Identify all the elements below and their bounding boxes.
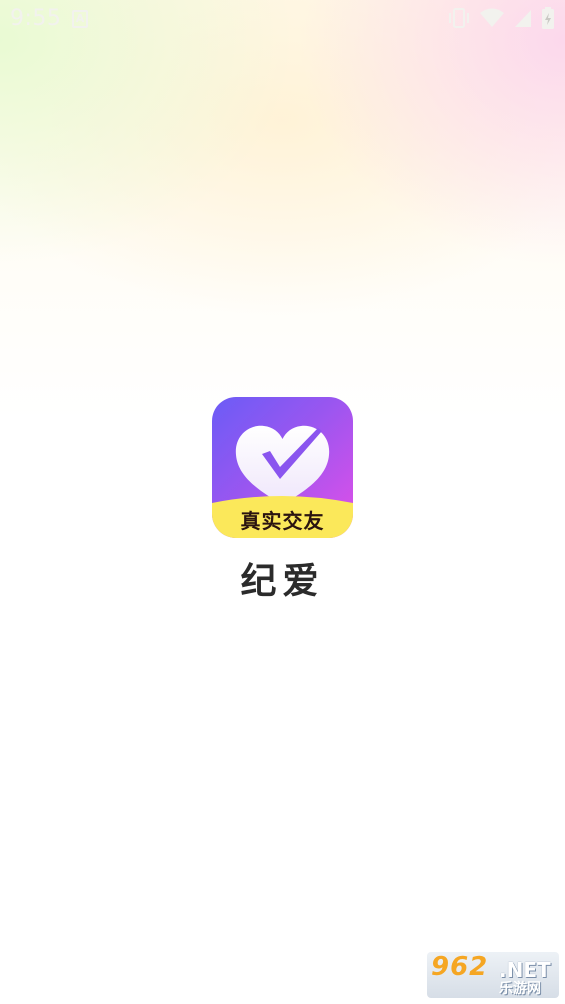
watermark-logo: 962 .NET 乐游网 — [427, 952, 559, 998]
wifi-icon — [480, 8, 504, 27]
status-icons — [447, 6, 555, 30]
vibrate-icon — [449, 8, 469, 28]
watermark-number: 962 — [431, 952, 489, 982]
notification-icon: A — [72, 10, 88, 28]
background-gradient — [0, 0, 565, 420]
signal-icon — [515, 10, 531, 27]
app-name: 纪爱 — [240, 561, 325, 602]
status-bar: 9:55 A — [0, 0, 565, 38]
app-icon-banner-text: 真实交友 — [240, 509, 325, 533]
watermark-name: 乐游网 — [499, 981, 541, 997]
battery-icon — [542, 7, 554, 29]
status-time: 9:55 — [10, 6, 62, 31]
